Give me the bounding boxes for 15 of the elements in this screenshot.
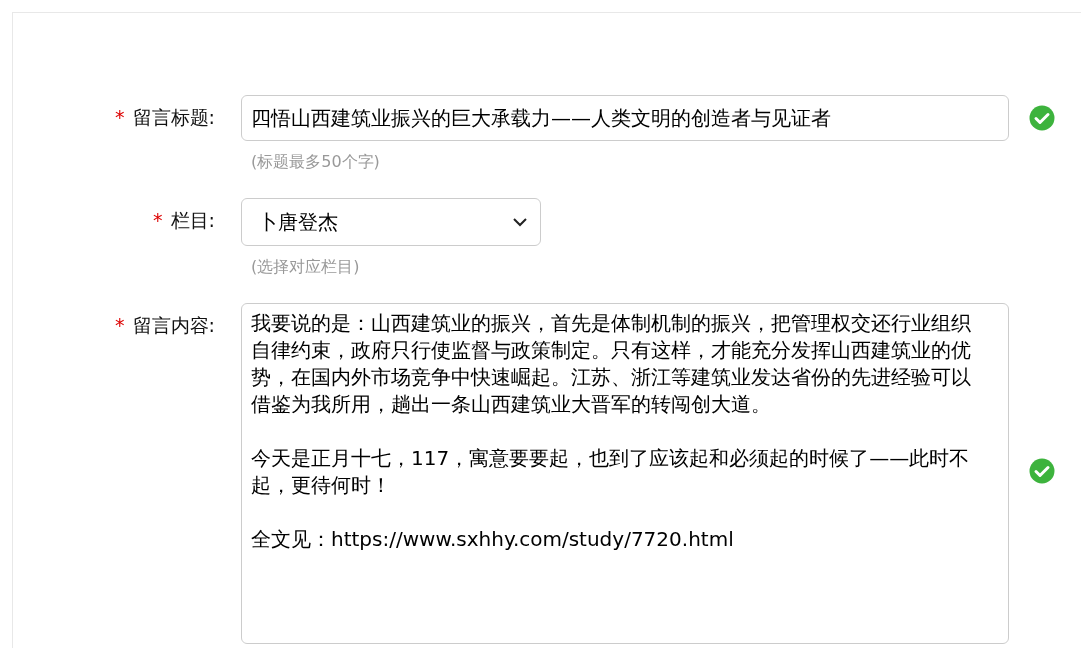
title-input[interactable]: 四悟山西建筑业振兴的巨大承载力——人类文明的创造者与见证者 bbox=[241, 95, 1009, 141]
chevron-down-icon bbox=[512, 217, 528, 227]
message-paragraph: 今天是正月十七，117，寓意要要起，也到了应该起和必须起的时候了——此时不起，更待何时！ bbox=[251, 445, 971, 499]
message-paragraph: 我要说的是：山西建筑业的振兴，首先是体制机制的振兴，把管理权交还行业组织自律约束，政府只行使监督与政策制定。只有这样，才能充分发挥山西建筑业的优势，在国内外市场竞争中快速崛起。江苏、浙江等建筑业发达省份的先进经验可以借鉴为我所用，趟出一条山西建筑业大晋军的转闯创大道。 bbox=[251, 310, 972, 418]
message-paragraph: 全文见：https://www.sxhhy.com/study/7720.html bbox=[251, 526, 735, 553]
required-marker: * bbox=[153, 209, 163, 231]
category-select[interactable]: 卜唐登杰 bbox=[241, 198, 541, 246]
required-marker: * bbox=[115, 106, 125, 128]
field-label: 留言内容: bbox=[132, 314, 215, 336]
required-marker: * bbox=[115, 314, 125, 336]
field-hint: (标题最多50个字) bbox=[251, 151, 381, 173]
field-hint: (选择对应栏目) bbox=[251, 256, 361, 278]
field-label: 栏目: bbox=[170, 209, 215, 231]
message-field[interactable] bbox=[241, 303, 1009, 644]
field-label: 留言标题: bbox=[132, 106, 215, 128]
